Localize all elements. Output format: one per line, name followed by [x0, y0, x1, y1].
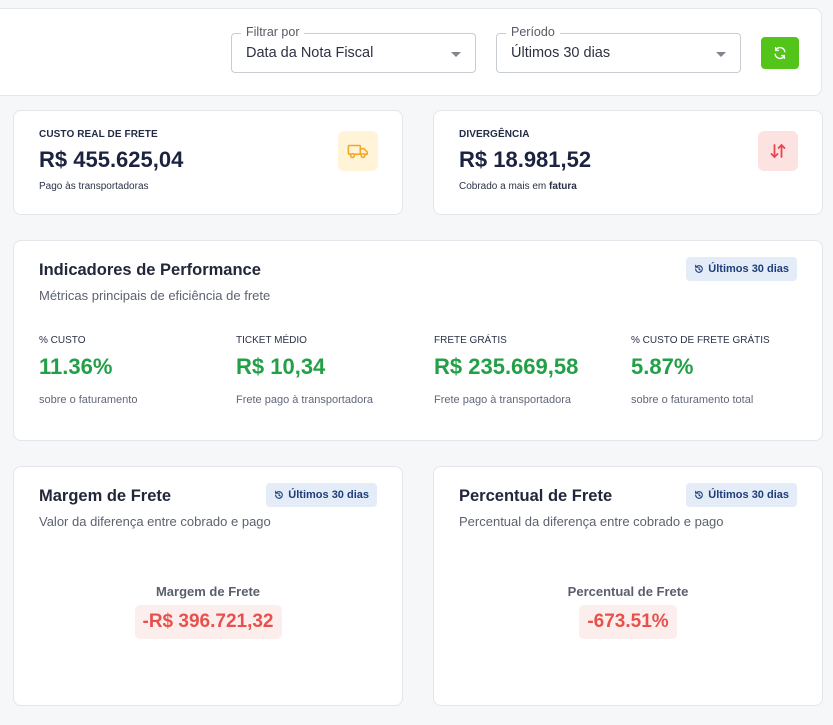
period-value: Últimos 30 dias	[511, 45, 611, 61]
period-badge: Últimos 30 dias	[686, 257, 797, 281]
refresh-icon	[774, 46, 786, 60]
section-title: Margem de Frete	[39, 487, 172, 505]
percentual-frete-card: Percentual de Frete Percentual da difere…	[433, 466, 823, 706]
section-subtitle: Valor da diferença entre cobrado e pago	[39, 514, 271, 529]
filter-bar: Filtrar por Data da Nota Fiscal Período …	[0, 8, 822, 96]
kpi-card-custo-real: CUSTO REAL DE FRETE R$ 455.625,04 Pago à…	[13, 110, 403, 215]
metric-label: % CUSTO	[39, 335, 86, 346]
filter-by-select[interactable]: Filtrar por Data da Nota Fiscal	[231, 25, 476, 73]
percentual-label: Percentual de Frete	[567, 584, 689, 599]
kpi-value: R$ 18.981,52	[459, 147, 592, 172]
metric-ticket-medio: TICKET MÉDIO R$ 10,34 Frete pago à trans…	[236, 335, 426, 406]
kpi-card-divergencia: DIVERGÊNCIA R$ 18.981,52 Cobrado a mais …	[433, 110, 823, 215]
caret-down-icon	[451, 52, 461, 57]
filter-by-label: Filtrar por	[241, 25, 305, 39]
margem-value: -R$ 396.721,32	[134, 605, 282, 639]
margem-frete-card: Margem de Frete Valor da diferença entre…	[13, 466, 403, 706]
truck-icon	[347, 144, 368, 159]
kpi-value: R$ 455.625,04	[39, 147, 184, 172]
period-badge: Últimos 30 dias	[266, 483, 377, 507]
metric-percent-custo-frete-gratis: % CUSTO DE FRETE GRÁTIS 5.87% sobre o fa…	[631, 335, 821, 406]
metric-label: TICKET MÉDIO	[236, 335, 307, 346]
history-icon	[695, 264, 704, 273]
section-subtitle: Métricas principais de eficiência de fre…	[39, 288, 271, 303]
kpi-subtext: Pago às transportadoras	[39, 181, 149, 192]
history-icon	[695, 490, 704, 499]
truck-icon-box	[338, 131, 378, 171]
period-label: Período	[506, 25, 560, 39]
metric-value: R$ 10,34	[236, 354, 326, 379]
metric-subtext: sobre o faturamento	[39, 394, 138, 406]
metric-value: 5.87%	[631, 354, 694, 379]
kpi-label: CUSTO REAL DE FRETE	[39, 129, 158, 140]
period-badge-label: Últimos 30 dias	[708, 489, 789, 501]
metric-percent-custo: % CUSTO 11.36% sobre o faturamento	[39, 335, 229, 406]
metric-value: 11.36%	[39, 354, 113, 379]
percentual-value: -673.51%	[579, 605, 677, 639]
kpi-subtext: Cobrado a mais em fatura	[459, 181, 577, 192]
section-title: Percentual de Frete	[459, 487, 613, 505]
kpi-label: DIVERGÊNCIA	[459, 129, 530, 140]
metric-subtext: Frete pago à transportadora	[236, 394, 373, 406]
arrows-up-down-icon	[770, 144, 786, 158]
period-badge: Últimos 30 dias	[686, 483, 797, 507]
metric-label: FRETE GRÁTIS	[434, 335, 507, 346]
history-icon	[275, 490, 284, 499]
metric-subtext: sobre o faturamento total	[631, 394, 754, 406]
section-subtitle: Percentual da diferença entre cobrado e …	[459, 514, 724, 529]
filter-by-value: Data da Nota Fiscal	[246, 45, 374, 61]
margem-value-block: Margem de Frete -R$ 396.721,32	[14, 584, 402, 639]
kpi-subtext-emphasis: fatura	[549, 181, 577, 192]
period-badge-label: Últimos 30 dias	[288, 489, 369, 501]
period-select[interactable]: Período Últimos 30 dias	[496, 25, 741, 73]
kpi-subtext-prefix: Cobrado a mais em	[459, 181, 547, 192]
caret-down-icon	[716, 52, 726, 57]
performance-card: Indicadores de Performance Métricas prin…	[13, 240, 823, 441]
period-badge-label: Últimos 30 dias	[708, 263, 789, 275]
percentual-value-block: Percentual de Frete -673.51%	[434, 584, 822, 639]
metric-subtext: Frete pago à transportadora	[434, 394, 571, 406]
metric-frete-gratis: FRETE GRÁTIS R$ 235.669,58 Frete pago à …	[434, 335, 624, 406]
refresh-button[interactable]	[761, 37, 799, 69]
metric-label: % CUSTO DE FRETE GRÁTIS	[631, 335, 770, 346]
section-title: Indicadores de Performance	[39, 261, 261, 279]
arrows-icon-box	[758, 131, 798, 171]
metric-value: R$ 235.669,58	[434, 354, 579, 379]
margem-label: Margem de Frete	[155, 584, 261, 599]
